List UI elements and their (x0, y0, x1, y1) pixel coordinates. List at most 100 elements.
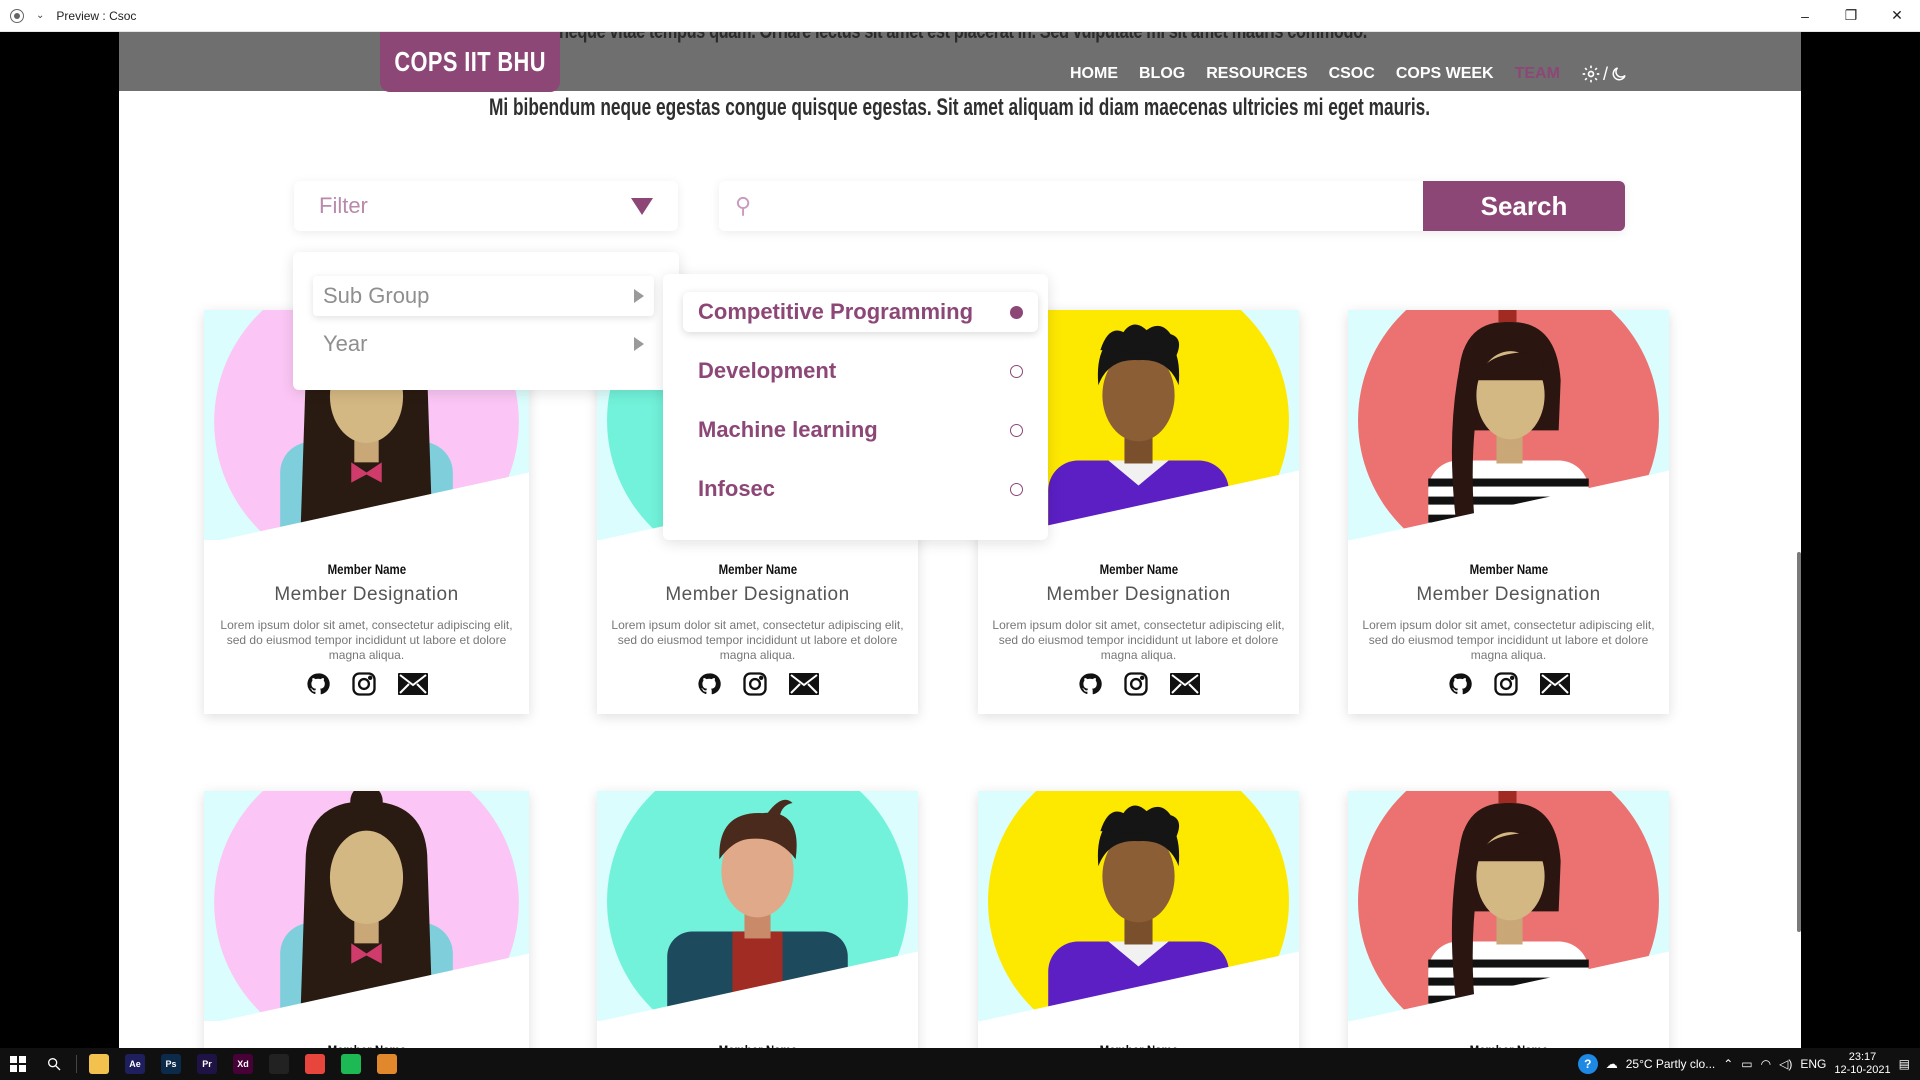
notification-icon[interactable]: ▤ (1899, 1057, 1910, 1071)
search-button[interactable]: Search (1423, 181, 1625, 231)
subgroup-label: Infosec (698, 476, 776, 501)
nav-links: HOME BLOG RESOURCES CSOC COPS WEEK TEAM … (1070, 62, 1628, 86)
chevron-up-icon[interactable]: ⌃ (1723, 1057, 1733, 1071)
scrollbar[interactable] (1797, 552, 1801, 932)
instagram-icon[interactable] (1122, 670, 1150, 698)
nav-team[interactable]: TEAM (1515, 65, 1560, 83)
volume-icon[interactable]: ◁) (1779, 1057, 1792, 1071)
filter-option-label: Sub Group (323, 283, 430, 308)
member-card[interactable]: Member NameMember Designation (204, 791, 529, 1048)
filter-dropdown[interactable]: Filter (294, 181, 678, 231)
figma-icon[interactable] (261, 1048, 297, 1080)
github-icon[interactable] (306, 672, 330, 696)
help-icon[interactable]: ? (1577, 1054, 1598, 1074)
close-button[interactable]: ✕ (1874, 0, 1920, 32)
search-icon[interactable] (36, 1048, 72, 1080)
wifi-icon[interactable]: ◠ (1761, 1057, 1771, 1071)
subgroup-label: Machine learning (698, 417, 878, 442)
member-name: Member Name (1099, 561, 1178, 577)
clock-date: 12-10-2021 (1834, 1064, 1891, 1076)
gear-icon[interactable] (1581, 64, 1601, 84)
premiere-icon[interactable]: Pr (189, 1048, 225, 1080)
member-description: Lorem ipsum dolor sit amet, consectetur … (1362, 618, 1655, 662)
member-avatar (597, 791, 918, 1021)
navbar: neque vitae tempus quam. Ornare lectus s… (119, 32, 1801, 92)
windows-start-icon[interactable] (0, 1048, 36, 1080)
taskbar-divider (76, 1055, 77, 1073)
member-avatar (1348, 791, 1669, 1021)
radio-button[interactable] (1010, 364, 1023, 378)
member-description: Lorem ipsum dolor sit amet, consectetur … (220, 618, 513, 662)
radio-button[interactable] (1010, 423, 1023, 437)
member-avatar (1348, 310, 1669, 540)
instagram-icon[interactable] (350, 670, 378, 698)
member-name: Member Name (327, 561, 406, 577)
member-avatar (978, 791, 1299, 1021)
social-links (204, 670, 529, 698)
after-effects-icon[interactable]: Ae (117, 1048, 153, 1080)
chrome-icon[interactable] (297, 1048, 333, 1080)
filter-option-year[interactable]: Year (313, 324, 654, 364)
theme-separator: / (1602, 63, 1608, 84)
spotify-icon[interactable] (333, 1048, 369, 1080)
maximize-button[interactable]: ❐ (1828, 0, 1874, 32)
mail-icon[interactable] (1539, 673, 1570, 695)
subgroup-option-infosec[interactable]: Infosec (683, 469, 1038, 509)
subgroup-option-ml[interactable]: Machine learning (683, 410, 1038, 450)
search-field: ⚲ (719, 181, 1423, 231)
weather-text[interactable]: 25°C Partly clo... (1626, 1057, 1716, 1071)
minimize-button[interactable]: – (1782, 0, 1828, 32)
language-indicator[interactable]: ENG (1800, 1057, 1826, 1071)
file-explorer-icon[interactable] (81, 1048, 117, 1080)
instagram-icon[interactable] (741, 670, 769, 698)
window-title: Preview : Csoc (56, 8, 137, 23)
member-designation: Member Designation (1046, 584, 1231, 605)
brand-logo[interactable]: COPS IIT BHU (380, 32, 560, 92)
nav-csoc[interactable]: CSOC (1329, 65, 1375, 83)
mail-icon[interactable] (397, 673, 428, 695)
nav-blog[interactable]: BLOG (1139, 65, 1185, 83)
nav-cops-week[interactable]: COPS WEEK (1396, 65, 1494, 83)
scrolled-text: neque vitae tempus quam. Ornare lectus s… (559, 32, 1367, 44)
filter-option-label: Year (323, 331, 368, 356)
nav-home[interactable]: HOME (1070, 65, 1118, 83)
photoshop-icon[interactable]: Ps (153, 1048, 189, 1080)
subgroup-menu: Competitive Programming Development Mach… (663, 274, 1048, 540)
member-card[interactable]: Member NameMember Designation (1348, 791, 1669, 1048)
github-icon[interactable] (697, 672, 721, 696)
subgroup-option-dev[interactable]: Development (683, 351, 1038, 391)
discord-icon[interactable] (369, 1048, 405, 1080)
member-description: Lorem ipsum dolor sit amet, consectetur … (611, 618, 904, 662)
page-subtitle: Mi bibendum neque egestas congue quisque… (489, 94, 1431, 121)
subgroup-option-cp[interactable]: Competitive Programming (683, 292, 1038, 332)
filter-menu: Sub Group Year (293, 252, 679, 390)
member-card[interactable]: Member NameMember Designation (597, 791, 918, 1048)
member-name: Member Name (718, 561, 797, 577)
nav-resources[interactable]: RESOURCES (1206, 65, 1307, 83)
github-icon[interactable] (1078, 672, 1102, 696)
filter-option-sub-group[interactable]: Sub Group (313, 276, 654, 316)
member-designation: Member Designation (274, 584, 459, 605)
app-icon (10, 8, 24, 23)
member-card[interactable]: Member Name Member Designation Lorem ipsum… (1348, 310, 1669, 714)
taskbar: Ae Ps Pr Xd ? ☁ 25°C Partly clo... ⌃ ▭ ◠ ◁)… (0, 1048, 1920, 1080)
github-icon[interactable] (1448, 672, 1472, 696)
member-card[interactable]: Member NameMember Designation (978, 791, 1299, 1048)
search-input[interactable] (751, 186, 1423, 226)
member-description: Lorem ipsum dolor sit amet, consectetur … (992, 618, 1285, 662)
instagram-icon[interactable] (1492, 670, 1520, 698)
radio-button[interactable] (1010, 305, 1023, 319)
xd-icon[interactable]: Xd (225, 1048, 261, 1080)
mail-icon[interactable] (1169, 673, 1200, 695)
search-icon: ⚲ (735, 193, 752, 218)
moon-icon[interactable] (1610, 65, 1628, 83)
clock[interactable]: 23:17 12-10-2021 (1834, 1051, 1890, 1077)
member-designation: Member Designation (665, 584, 850, 605)
chevron-down-icon[interactable]: ⌄ (32, 10, 48, 21)
weather-icon[interactable]: ☁ (1606, 1057, 1618, 1071)
mail-icon[interactable] (788, 673, 819, 695)
battery-icon[interactable]: ▭ (1741, 1057, 1752, 1071)
radio-button[interactable] (1010, 482, 1023, 496)
subgroup-label: Competitive Programming (698, 299, 974, 324)
member-avatar (204, 791, 529, 1021)
